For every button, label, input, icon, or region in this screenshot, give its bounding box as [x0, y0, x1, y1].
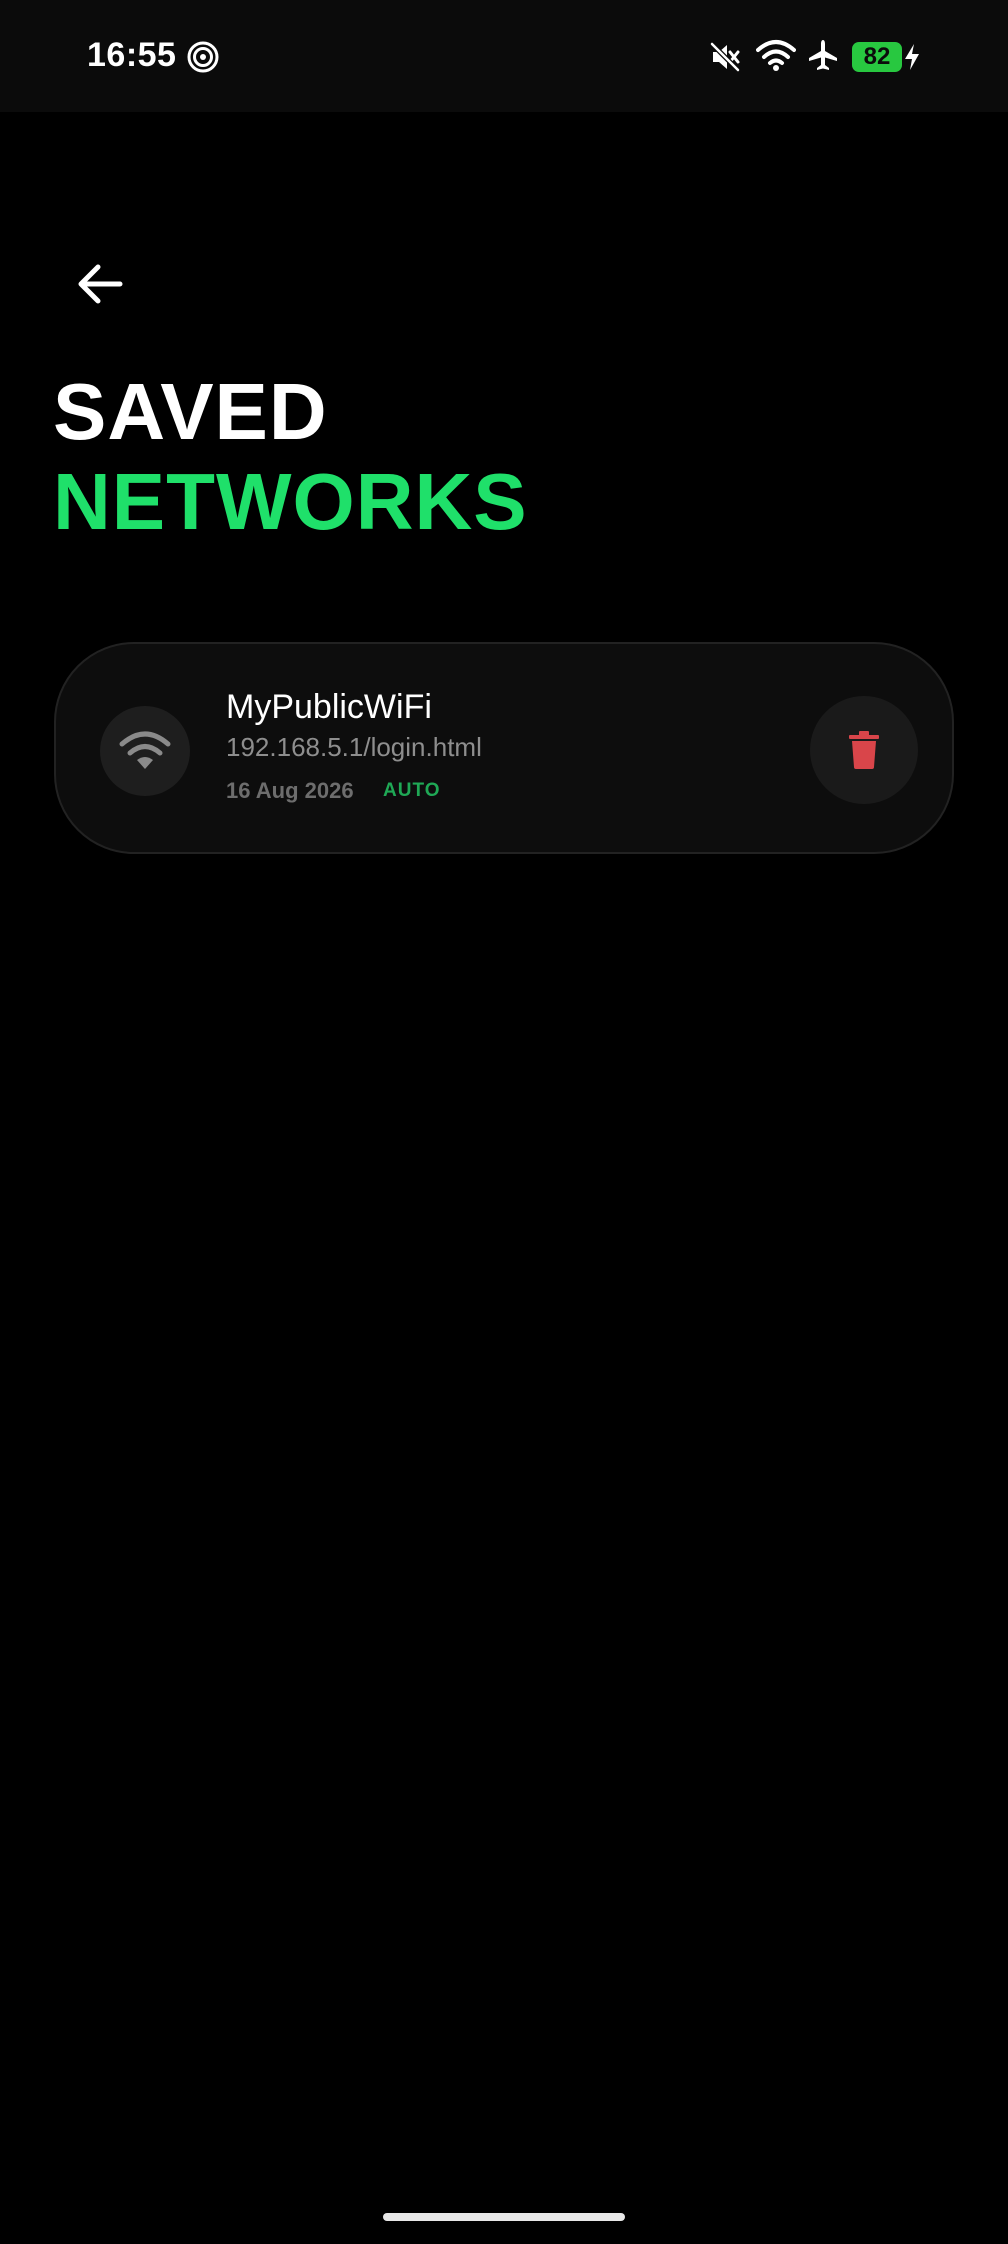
back-button[interactable] — [60, 248, 140, 320]
saved-networks-screen: 16:55 82 SAVED NETWORKS MyPublicWiFi 192… — [0, 0, 1008, 2244]
status-time: 16:55 — [87, 36, 177, 74]
battery-level: 82 — [863, 43, 891, 70]
wifi-icon — [756, 40, 796, 71]
mute-icon — [710, 42, 740, 72]
network-card[interactable]: MyPublicWiFi 192.168.5.1/login.html 16 A… — [54, 642, 954, 854]
network-icon-container — [100, 706, 190, 796]
delete-network-button[interactable] — [810, 696, 918, 804]
network-date: 16 Aug 2026 — [226, 778, 354, 803]
status-bar: 16:55 82 — [0, 0, 1008, 112]
page-title-saved: SAVED — [53, 367, 328, 456]
wifi-icon — [119, 731, 171, 769]
arrow-left-icon — [78, 264, 123, 304]
spiral-icon — [187, 41, 219, 73]
home-indicator[interactable] — [383, 2213, 625, 2221]
auto-badge: AUTO — [383, 780, 441, 801]
page-title-networks: NETWORKS — [53, 457, 528, 546]
trash-icon — [849, 731, 879, 769]
charging-bolt-icon — [905, 44, 919, 70]
battery-icon: 82 — [852, 42, 902, 72]
airplane-icon — [809, 40, 837, 70]
network-name: MyPublicWiFi — [226, 688, 432, 726]
network-url: 192.168.5.1/login.html — [226, 732, 482, 762]
